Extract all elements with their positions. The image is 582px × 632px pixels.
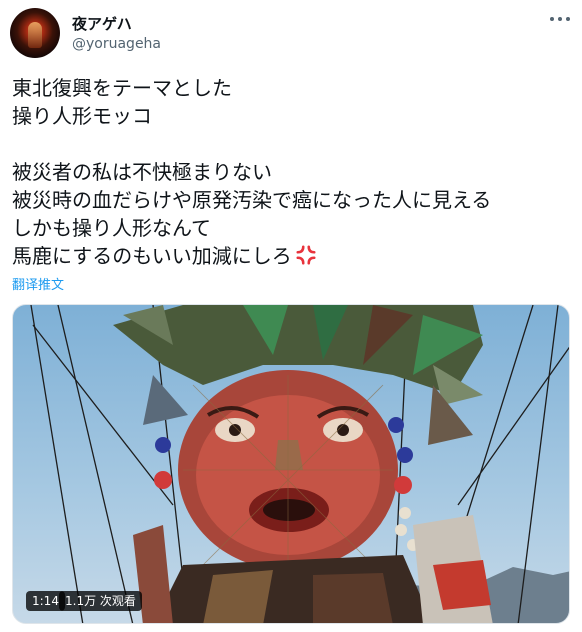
- tweet-line: 操り人形モッコ: [12, 104, 152, 128]
- tweet-line: 被災者の私は不快極まりない: [12, 160, 272, 184]
- author-handle[interactable]: @yoruageha: [72, 36, 161, 52]
- tweet-card: 夜アゲハ @yoruageha 東北復興をテーマとした 操り人形モッコ 被災者の…: [0, 0, 582, 632]
- tweet-line-text: 馬鹿にするのもいい加減にしろ: [12, 244, 292, 268]
- translate-tweet-link[interactable]: 翻译推文: [12, 274, 64, 293]
- puppet-face: [178, 370, 398, 570]
- tweet-line: しかも操り人形なんて: [12, 216, 211, 240]
- avatar[interactable]: [10, 8, 60, 58]
- avatar-figure: [28, 22, 42, 48]
- video-frame: [30, 305, 569, 623]
- author-display-name[interactable]: 夜アゲハ: [72, 13, 132, 34]
- more-options-icon[interactable]: [549, 12, 571, 26]
- tweet-line: 被災時の血だらけや原発汚染で癌になった人に見える: [12, 188, 492, 212]
- tweet-line-last: 馬鹿にするのもいい加減にしろ: [12, 242, 572, 270]
- anger-symbol-icon: [296, 245, 316, 265]
- tweet-text: 東北復興をテーマとした 操り人形モッコ 被災者の私は不快極まりない 被災時の血だ…: [12, 74, 572, 270]
- video-views-badge: 1.1万 次观看: [59, 591, 142, 611]
- video-player[interactable]: [12, 304, 570, 624]
- tweet-line: 東北復興をテーマとした: [12, 76, 232, 100]
